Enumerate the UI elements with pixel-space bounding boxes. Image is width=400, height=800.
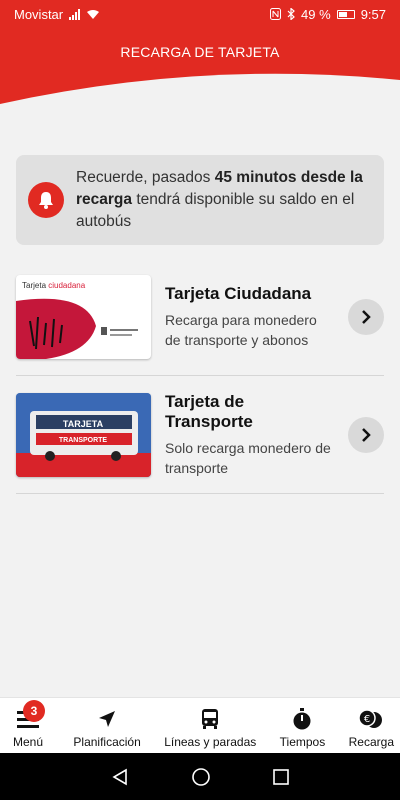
notification-badge: 3 [23, 700, 45, 722]
card-subtitle: Recarga para monedero de transporte y ab… [165, 311, 317, 348]
wifi-icon [87, 9, 100, 19]
bottom-navigation: Menú 3 Planificación Líneas y paradas Ti… [0, 697, 400, 753]
home-icon[interactable] [191, 767, 211, 787]
header-curve [0, 73, 400, 118]
list-item-tarjeta-transporte[interactable]: TARJETA TRANSPORTE Tarjeta de Transporte… [16, 376, 384, 494]
battery-icon [336, 9, 355, 19]
clock: 9:57 [360, 6, 386, 22]
bell-icon [28, 182, 64, 218]
tarjeta-transporte-image: TARJETA TRANSPORTE [16, 392, 151, 477]
page-title: RECARGA DE TARJETA [120, 44, 280, 60]
status-bar: Movistar 49 % 9:57 [0, 0, 400, 28]
card-title: Tarjeta Ciudadana [165, 283, 312, 303]
back-icon[interactable] [111, 768, 129, 786]
list-item-tarjeta-ciudadana[interactable]: Tarjeta ciudadana Tarjeta Ciudadana Reca… [16, 258, 384, 376]
system-navigation-bar [0, 753, 400, 800]
svg-text:€: € [364, 714, 370, 725]
notice-text: Recuerde, pasados 45 minutos desde la re… [76, 169, 363, 230]
chevron-right-icon[interactable] [348, 298, 384, 335]
battery-percent: 49 % [301, 6, 331, 22]
nav-menu[interactable]: Menú 3 [6, 698, 50, 753]
nav-lineas-paradas[interactable]: Líneas y paradas [164, 698, 256, 753]
nav-recarga[interactable]: € Recarga [349, 698, 394, 753]
recents-icon[interactable] [273, 768, 289, 785]
nav-tiempos[interactable]: Tiempos [280, 698, 325, 753]
signal-icon [69, 8, 81, 20]
navigation-arrow-icon [97, 707, 117, 731]
bluetooth-icon [287, 8, 295, 20]
svg-text:TRANSPORTE: TRANSPORTE [59, 437, 108, 444]
coins-icon: € [358, 707, 384, 731]
app-header: Movistar 49 % 9:57 RECARGA DE TARJETA [0, 0, 400, 118]
carrier-name: Movistar [14, 6, 64, 22]
bus-icon [200, 707, 220, 731]
card-subtitle: Solo recarga monedero de transporte [165, 439, 331, 476]
svg-text:TARJETA: TARJETA [63, 419, 104, 429]
card-title: Tarjeta de Transporte [165, 391, 253, 431]
nav-planificacion[interactable]: Planificación [73, 698, 141, 753]
chevron-right-icon[interactable] [348, 416, 384, 453]
tarjeta-ciudadana-image: Tarjeta ciudadana [16, 274, 151, 359]
stopwatch-icon [292, 707, 312, 731]
reminder-notice: Recuerde, pasados 45 minutos desde la re… [16, 155, 384, 245]
nfc-icon [270, 8, 282, 20]
